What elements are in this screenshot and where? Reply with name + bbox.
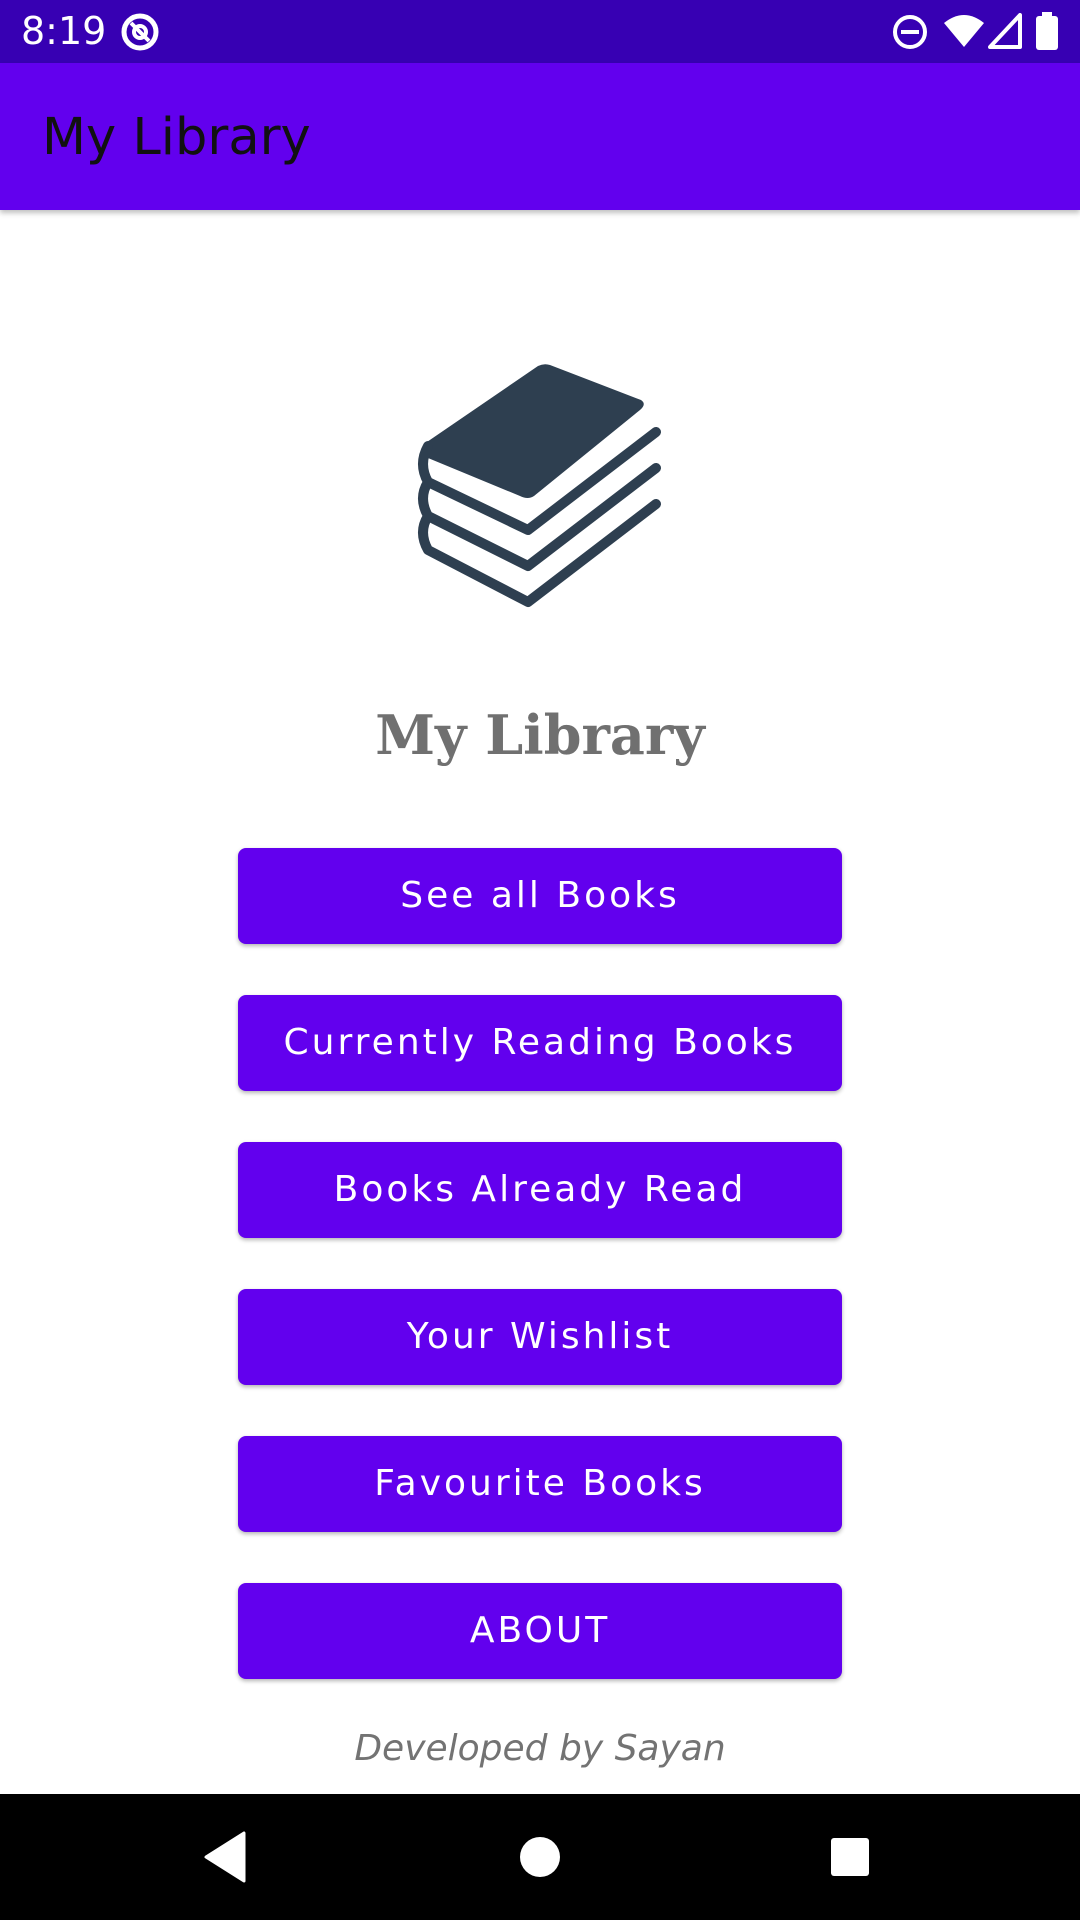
- see-all-books-button[interactable]: See all Books: [238, 848, 842, 944]
- currently-reading-books-button[interactable]: Currently Reading Books: [238, 995, 842, 1091]
- at-sign-icon: [121, 13, 159, 51]
- brand-title: My Library: [375, 703, 705, 767]
- battery-icon: [1036, 12, 1058, 50]
- signal-icon: [988, 13, 1022, 49]
- do-not-disturb-icon: [893, 15, 927, 49]
- recents-icon[interactable]: [820, 1827, 880, 1887]
- app-bar-title: My Library: [42, 108, 311, 167]
- home-icon[interactable]: [510, 1827, 570, 1887]
- status-bar: 8:19: [0, 0, 1080, 63]
- developer-credit: Developed by Sayan: [354, 1728, 726, 1769]
- favourite-books-button[interactable]: Favourite Books: [238, 1436, 842, 1532]
- app-bar: My Library: [0, 63, 1080, 210]
- about-button[interactable]: ABOUT: [238, 1583, 842, 1679]
- books-stack-icon: [418, 364, 661, 607]
- status-time: 8:19: [21, 9, 107, 53]
- navigation-bar: [0, 1794, 1080, 1920]
- your-wishlist-button[interactable]: Your Wishlist: [238, 1289, 842, 1385]
- wifi-icon: [944, 15, 984, 47]
- back-icon[interactable]: [196, 1827, 256, 1887]
- books-already-read-button[interactable]: Books Already Read: [238, 1142, 842, 1238]
